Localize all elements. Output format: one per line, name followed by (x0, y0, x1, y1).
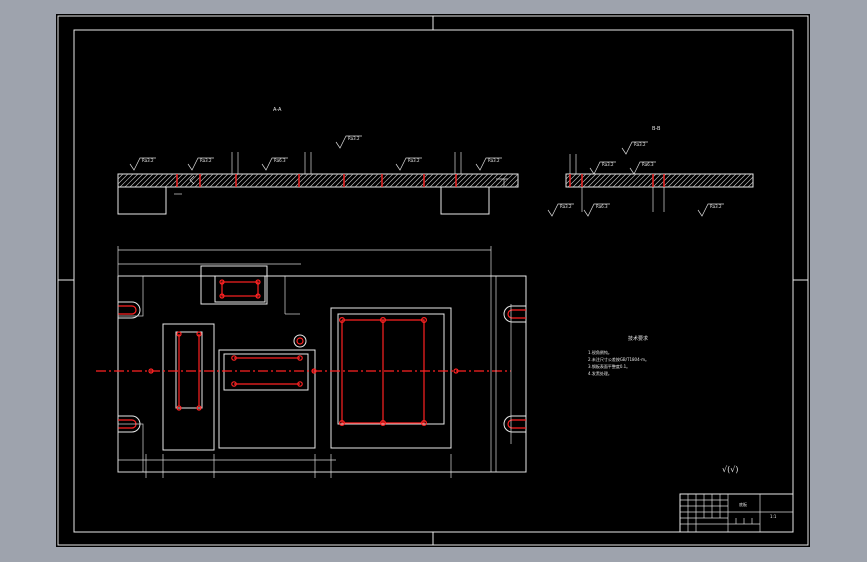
plan-view (96, 246, 527, 478)
outer-frame (57, 15, 809, 546)
inner-frame (73, 29, 794, 533)
title-block: 底板 1:1 (679, 493, 794, 533)
svg-text:Ra3.2: Ra3.2 (634, 142, 646, 147)
svg-text:Ra3.2: Ra3.2 (488, 158, 500, 163)
title-scale: 1:1 (770, 514, 777, 519)
svg-text:Ra3.2: Ra3.2 (348, 136, 360, 141)
tech-req-1: 1.锐角倒钝。 (588, 349, 612, 355)
tech-req-4: 4.发黑处理。 (588, 370, 612, 376)
svg-text:Ra3.2: Ra3.2 (602, 162, 614, 167)
general-roughness: √(√) (722, 465, 738, 474)
svg-text:Ra3.2: Ra3.2 (200, 158, 212, 163)
section-view-b: B-B Ra3.2 Ra3.2 Ra6.3 Ra3.2 Ra6.3 Ra3.2 (547, 126, 754, 217)
svg-text:Ra6.3: Ra6.3 (642, 162, 654, 167)
svg-text:Ra3.2: Ra3.2 (560, 204, 572, 209)
drawing-sheet: A-A Ra3.2 Ra3.2 Ra6.3 Ra3.2 Ra3.2 Ra3.2 … (56, 14, 810, 547)
svg-text:Ra3.2: Ra3.2 (142, 158, 154, 163)
tech-req-heading: 技术要求 (628, 335, 648, 342)
tech-req-2: 2.未注尺寸公差按GB/T1804-m。 (588, 356, 649, 362)
svg-text:Ra6.3: Ra6.3 (274, 158, 286, 163)
svg-text:Ra6.3: Ra6.3 (596, 204, 608, 209)
tech-req-3: 3.钢板表面平整度0.1。 (588, 363, 630, 369)
technical-requirements: 技术要求 1.锐角倒钝。 2.未注尺寸公差按GB/T1804-m。 3.钢板表面… (588, 335, 738, 474)
drawing-canvas: A-A Ra3.2 Ra3.2 Ra6.3 Ra3.2 Ra3.2 Ra3.2 … (57, 15, 809, 546)
title-part-name: 底板 (739, 501, 747, 507)
section-view-a: A-A Ra3.2 Ra3.2 Ra6.3 Ra3.2 Ra3.2 Ra3.2 (117, 107, 519, 215)
svg-text:Ra3.2: Ra3.2 (408, 158, 420, 163)
section-a-label: A-A (273, 107, 282, 113)
section-b-label: B-B (652, 126, 661, 132)
svg-text:Ra3.2: Ra3.2 (710, 204, 722, 209)
cad-viewer[interactable]: A-A Ra3.2 Ra3.2 Ra6.3 Ra3.2 Ra3.2 Ra3.2 … (0, 0, 867, 562)
